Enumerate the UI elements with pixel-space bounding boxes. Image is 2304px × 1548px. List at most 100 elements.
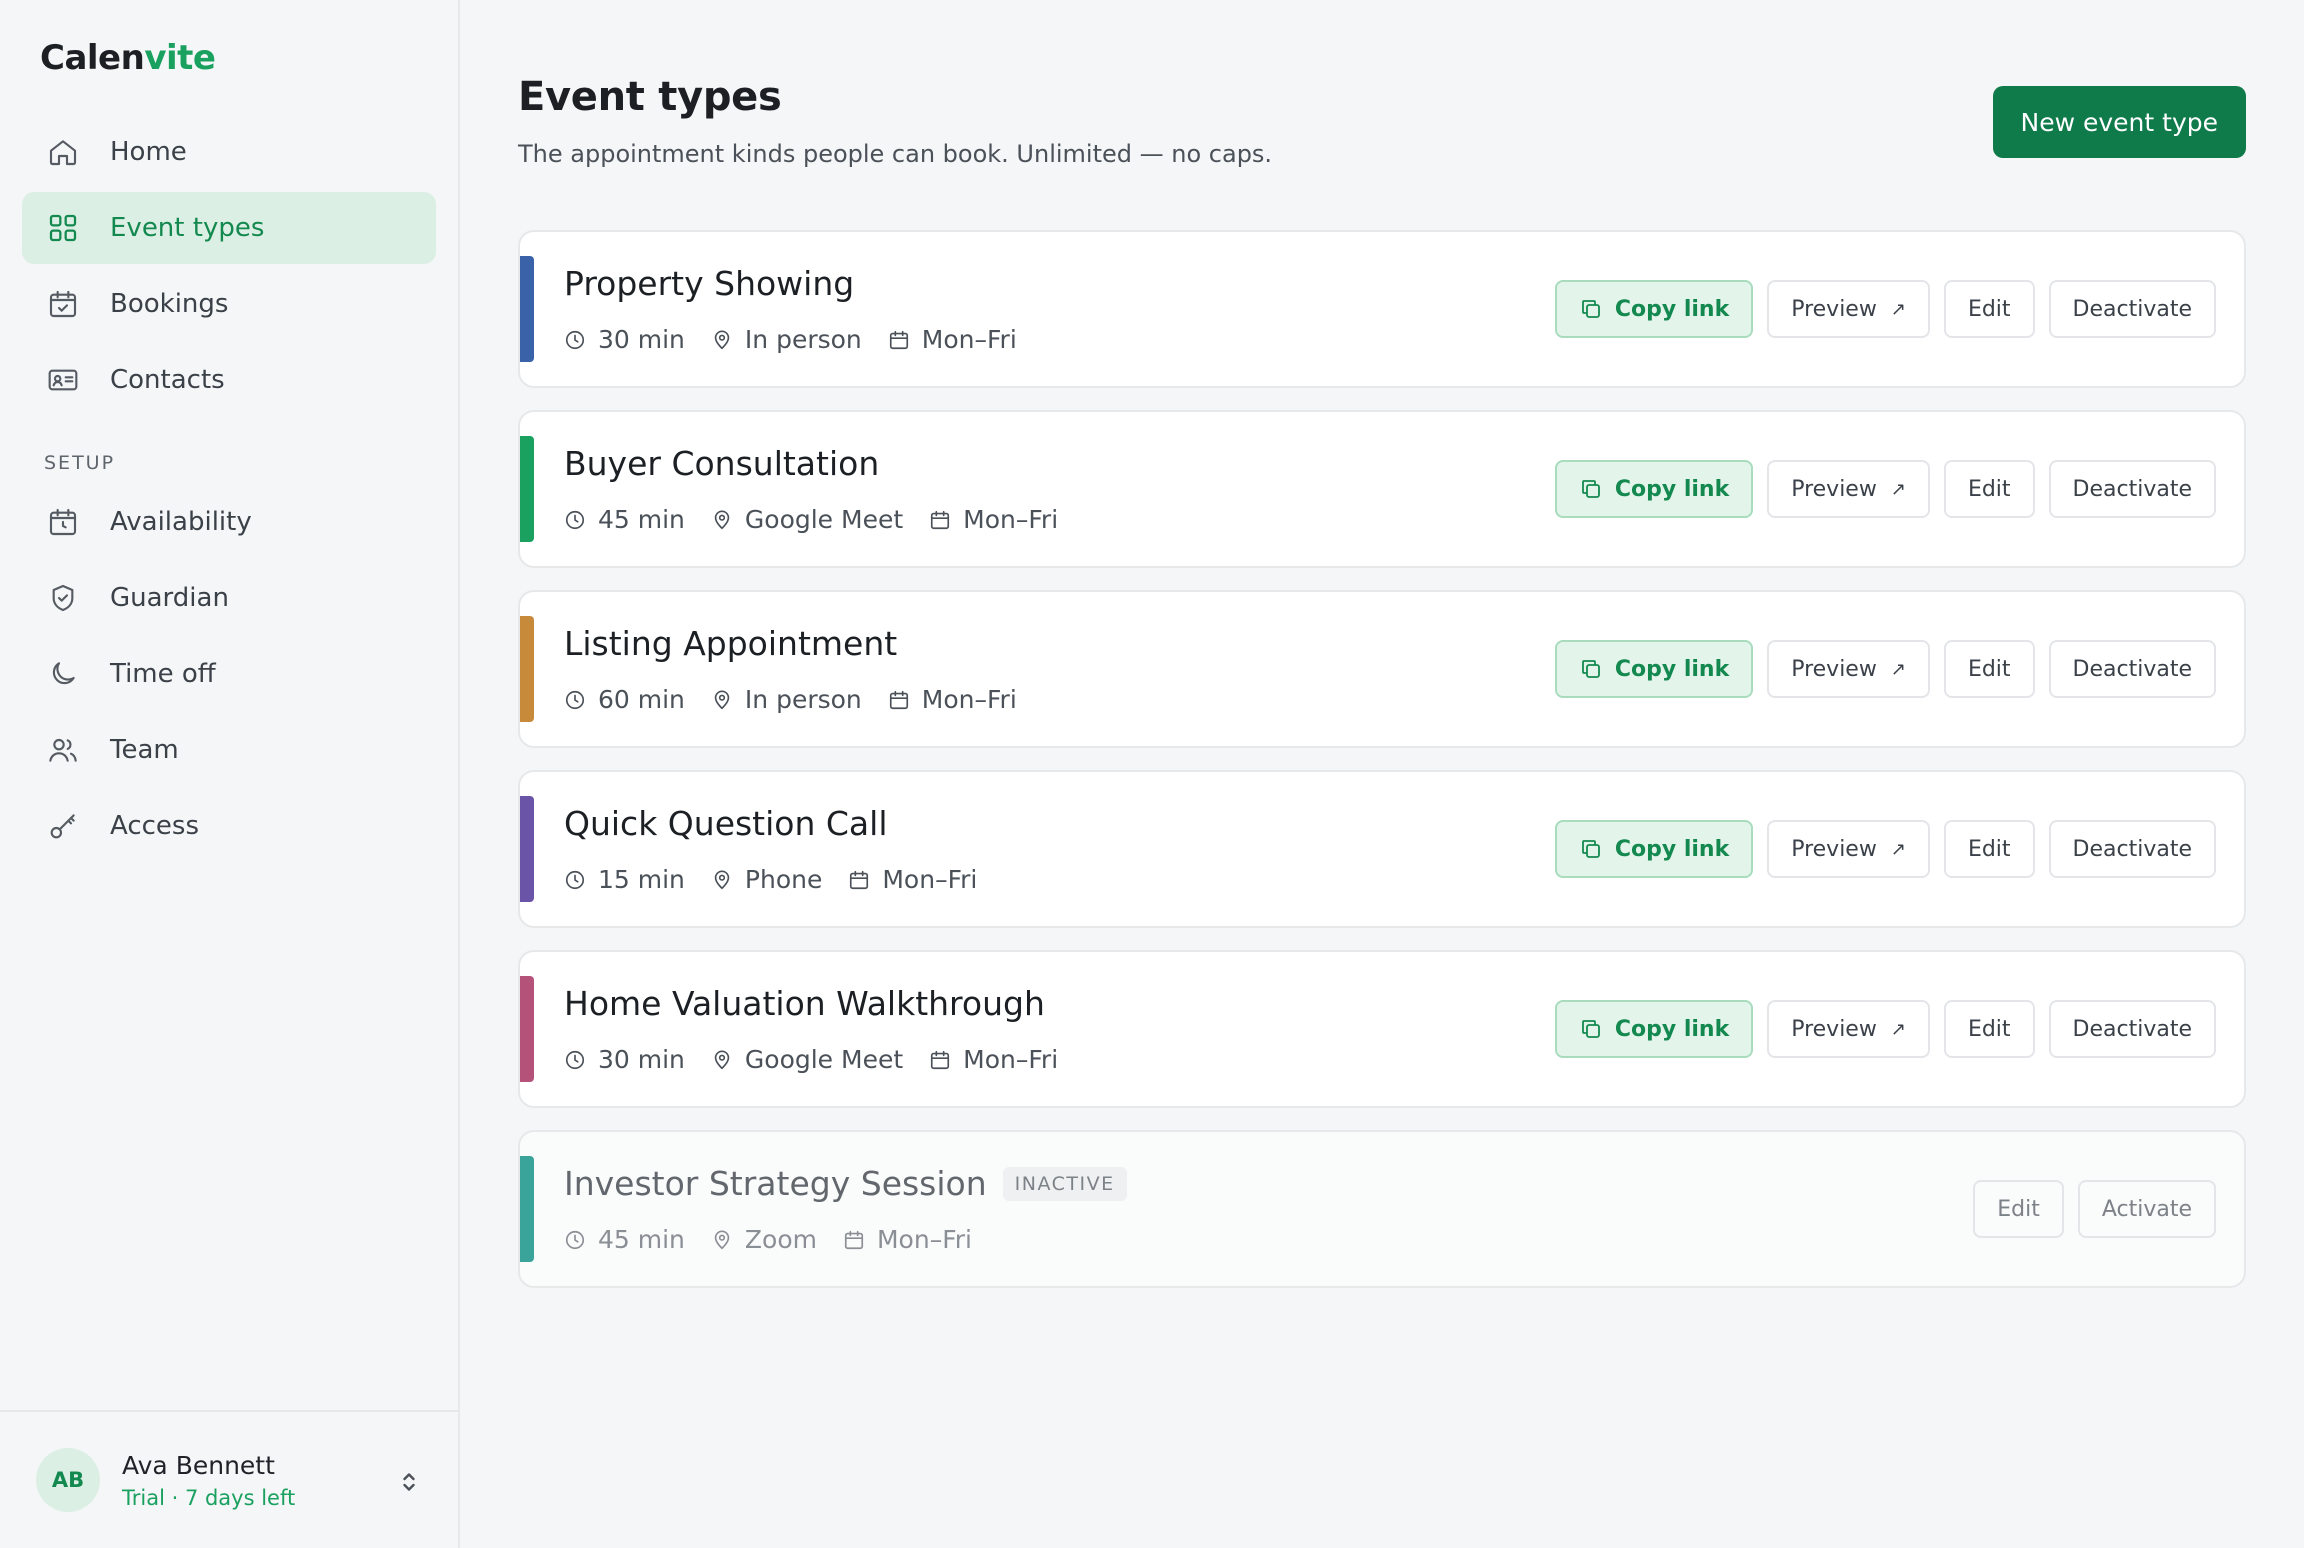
event-title: Property Showing xyxy=(564,264,855,303)
preview-label: Preview xyxy=(1791,476,1877,502)
deactivate-button[interactable]: Deactivate xyxy=(2048,1000,2216,1058)
copy-link-label: Copy link xyxy=(1614,1016,1730,1042)
preview-button[interactable]: Preview ↗ xyxy=(1767,460,1930,518)
copy-link-button[interactable]: Copy link xyxy=(1554,460,1754,518)
event-meta: 30 min In person Mon–Fri xyxy=(564,325,1541,354)
location-text: Phone xyxy=(744,865,823,894)
event-card-body: Property Showing 30 min In person Mon–Fri xyxy=(520,264,1541,354)
sidebar-item-time-off[interactable]: Time off xyxy=(22,638,436,710)
location-meta: In person xyxy=(711,685,862,714)
setup-nav: Availability Guardian Time off Team Acce… xyxy=(22,486,436,862)
event-title-row: Investor Strategy Session INACTIVE xyxy=(564,1164,1959,1203)
sidebar-item-access[interactable]: Access xyxy=(22,790,436,862)
preview-button[interactable]: Preview ↗ xyxy=(1767,820,1930,878)
location-text: Zoom xyxy=(744,1225,817,1254)
external-link-icon: ↗ xyxy=(1890,478,1906,500)
preview-button[interactable]: Preview ↗ xyxy=(1767,280,1930,338)
sidebar-item-label: Contacts xyxy=(110,365,225,395)
edit-button[interactable]: Edit xyxy=(1973,1180,2064,1238)
user-menu[interactable]: AB Ava Bennett Trial · 7 days left xyxy=(0,1410,458,1548)
setup-section-label: SETUP xyxy=(44,452,116,474)
days-text: Mon–Fri xyxy=(921,325,1017,354)
edit-button[interactable]: Edit xyxy=(1943,460,2035,518)
edit-button[interactable]: Edit xyxy=(1943,1000,2035,1058)
avatar: AB xyxy=(36,1448,100,1512)
event-type-list: Property Showing 30 min In person Mon–Fri Co… xyxy=(518,230,2246,1288)
copy-link-button[interactable]: Copy link xyxy=(1554,820,1754,878)
sidebar-item-contacts[interactable]: Contacts xyxy=(22,344,436,416)
event-actions: Edit Activate xyxy=(1959,1180,2244,1238)
sidebar-item-label: Time off xyxy=(110,659,216,689)
days-meta: Mon–Fri xyxy=(888,325,1017,354)
duration-text: 30 min xyxy=(598,1045,685,1074)
edit-button[interactable]: Edit xyxy=(1943,640,2035,698)
edit-button[interactable]: Edit xyxy=(1943,280,2035,338)
sidebar-item-label: Home xyxy=(110,137,187,167)
event-type-card[interactable]: Buyer Consultation 45 min Google Meet Mon–F… xyxy=(518,410,2246,568)
sidebar-item-event-types[interactable]: Event types xyxy=(22,192,436,264)
copy-link-label: Copy link xyxy=(1614,296,1730,322)
deactivate-button[interactable]: Deactivate xyxy=(2048,820,2216,878)
sidebar-item-label: Guardian xyxy=(110,583,229,613)
duration-meta: 45 min xyxy=(564,1225,685,1254)
copy-link-button[interactable]: Copy link xyxy=(1554,280,1754,338)
days-text: Mon–Fri xyxy=(963,1045,1059,1074)
event-actions: Copy link Preview ↗ Edit Deactivate xyxy=(1541,460,2244,518)
main-content: Event types The appointment kinds people… xyxy=(460,0,2304,1548)
preview-label: Preview xyxy=(1791,296,1877,322)
preview-button[interactable]: Preview ↗ xyxy=(1767,640,1930,698)
new-event-type-button[interactable]: New event type xyxy=(1992,86,2246,158)
preview-label: Preview xyxy=(1791,1016,1877,1042)
copy-link-button[interactable]: Copy link xyxy=(1554,640,1754,698)
deactivate-button[interactable]: Deactivate xyxy=(2048,640,2216,698)
app-logo[interactable]: Calenvite xyxy=(22,38,436,78)
header-text: Event types The appointment kinds people… xyxy=(518,74,1272,168)
sidebar-item-guardian[interactable]: Guardian xyxy=(22,562,436,634)
sidebar-item-bookings[interactable]: Bookings xyxy=(22,268,436,340)
inactive-badge: INACTIVE xyxy=(1002,1166,1127,1201)
chevron-up-down-icon[interactable] xyxy=(400,1470,418,1498)
event-color-bar xyxy=(520,256,534,362)
edit-button[interactable]: Edit xyxy=(1943,820,2035,878)
event-type-card[interactable]: Investor Strategy Session INACTIVE 45 min Z… xyxy=(518,1130,2246,1288)
location-meta: Zoom xyxy=(711,1225,817,1254)
sidebar-item-availability[interactable]: Availability xyxy=(22,486,436,558)
clock-icon xyxy=(564,1229,598,1251)
activate-button[interactable]: Activate xyxy=(2077,1180,2216,1238)
days-meta: Mon–Fri xyxy=(848,865,977,894)
event-card-body: Buyer Consultation 45 min Google Meet Mon–F… xyxy=(520,444,1541,534)
days-meta: Mon–Fri xyxy=(843,1225,972,1254)
duration-meta: 60 min xyxy=(564,685,685,714)
event-type-card[interactable]: Property Showing 30 min In person Mon–Fri Co… xyxy=(518,230,2246,388)
deactivate-button[interactable]: Deactivate xyxy=(2048,460,2216,518)
calendar-icon xyxy=(843,1229,877,1251)
event-type-card[interactable]: Home Valuation Walkthrough 30 min Google M… xyxy=(518,950,2246,1108)
clock-icon xyxy=(564,869,598,891)
days-text: Mon–Fri xyxy=(963,505,1059,534)
event-type-card[interactable]: Quick Question Call 15 min Phone Mon–Fri Cop… xyxy=(518,770,2246,928)
map-pin-icon xyxy=(711,869,745,891)
deactivate-button[interactable]: Deactivate xyxy=(2048,280,2216,338)
copy-link-button[interactable]: Copy link xyxy=(1554,1000,1754,1058)
location-meta: In person xyxy=(711,325,862,354)
duration-meta: 30 min xyxy=(564,1045,685,1074)
external-link-icon: ↗ xyxy=(1890,1018,1906,1040)
copy-link-label: Copy link xyxy=(1614,476,1730,502)
event-color-bar xyxy=(520,796,534,902)
location-text: In person xyxy=(744,685,862,714)
event-meta: 15 min Phone Mon–Fri xyxy=(564,865,1541,894)
user-name: Ava Bennett xyxy=(122,1450,275,1480)
sidebar: Calenvite Home Event types Bookings Cont… xyxy=(0,0,460,1548)
sidebar-item-label: Bookings xyxy=(110,289,229,319)
user-info: Ava Bennett Trial · 7 days left xyxy=(122,1451,295,1510)
sidebar-item-home[interactable]: Home xyxy=(22,116,436,188)
days-meta: Mon–Fri xyxy=(888,685,1017,714)
event-title-row: Buyer Consultation xyxy=(564,444,1541,483)
main-nav: Home Event types Bookings Contacts xyxy=(22,116,436,416)
event-title-row: Property Showing xyxy=(564,264,1541,303)
copy-icon xyxy=(1579,657,1615,681)
event-type-card[interactable]: Listing Appointment 60 min In person Mon–Fr… xyxy=(518,590,2246,748)
sidebar-item-team[interactable]: Team xyxy=(22,714,436,786)
preview-button[interactable]: Preview ↗ xyxy=(1767,1000,1930,1058)
days-meta: Mon–Fri xyxy=(929,505,1058,534)
